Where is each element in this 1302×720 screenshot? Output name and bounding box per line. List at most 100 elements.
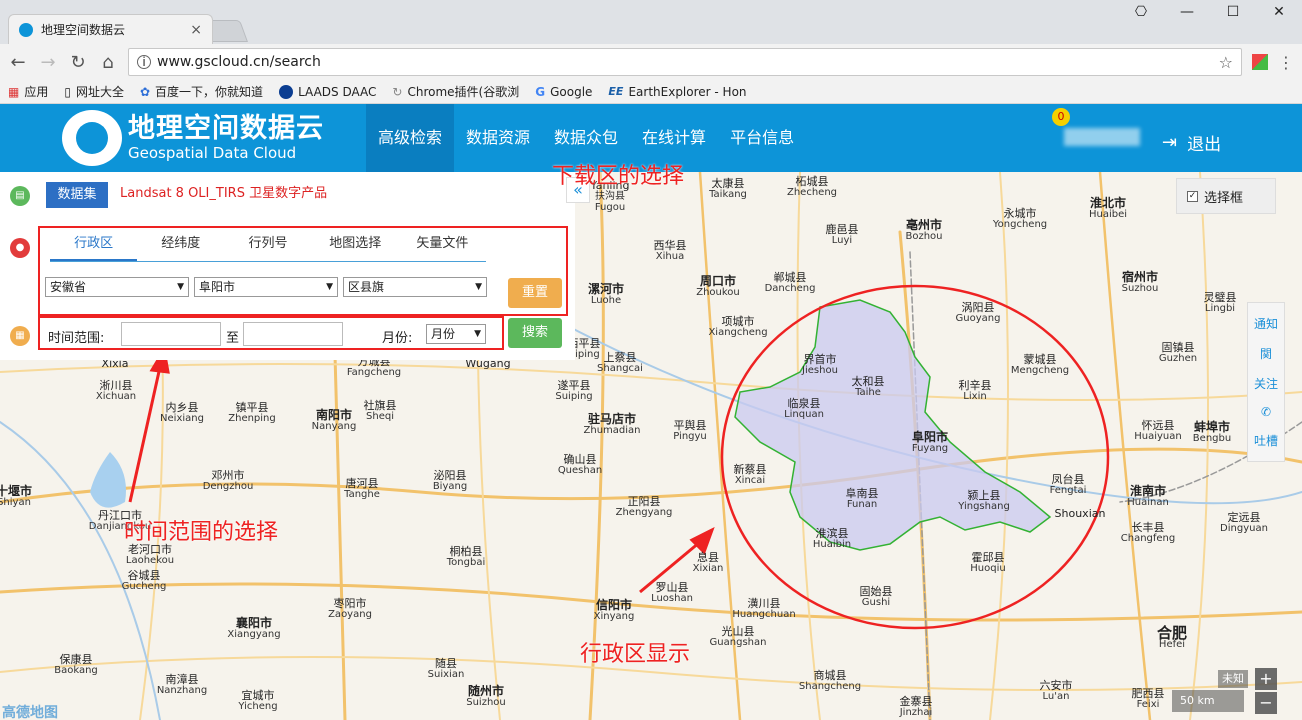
back-icon[interactable]: ←: [8, 52, 28, 73]
city-label: 潢川县 Huangchuan: [732, 597, 796, 620]
city-label: 界首市 Jieshou: [802, 353, 838, 376]
address-bar[interactable]: i www.gscloud.cn/search ☆: [128, 48, 1242, 76]
city-label: 固始县 Gushi: [859, 585, 893, 608]
feedback-link[interactable]: 吐槽: [1254, 432, 1278, 449]
bookmark-star-icon[interactable]: ☆: [1219, 53, 1233, 72]
city-label: 息县 Xixian: [692, 551, 724, 574]
forward-icon[interactable]: →: [38, 52, 58, 73]
zoom-out-button[interactable]: −: [1255, 692, 1277, 714]
dataset-icon: ▤: [10, 186, 30, 206]
city-label: 固镇县 Guzhen: [1158, 341, 1198, 364]
checkbox-checked-icon[interactable]: ✓: [1187, 190, 1198, 202]
bookmark-apps[interactable]: ▦ 应用: [8, 83, 48, 100]
region-tabs: 行政区 经纬度 行列号 地图选择 矢量文件: [50, 232, 486, 262]
start-date-input[interactable]: [121, 322, 221, 346]
home-icon[interactable]: ⌂: [98, 52, 118, 73]
city-label: 随县 Suixian: [427, 657, 465, 680]
tab-vector-file[interactable]: 矢量文件: [399, 232, 486, 261]
city-label: 阜阳市 Fuyang: [911, 430, 949, 454]
city-label: 襄阳市 Xiangyang: [227, 616, 281, 640]
city-label: 宿州市 Suzhou: [1121, 270, 1159, 294]
nav-platform-info[interactable]: 平台信息: [718, 104, 806, 172]
city-select[interactable]: 阜阳市 ▼: [194, 277, 338, 297]
city-label: 鹿邑县 Luyi: [825, 223, 859, 246]
browser-tabbar: 地理空间数据云 × ⎔ — ☐ ✕: [0, 0, 1302, 44]
city-label: 枣阳市 Zaoyang: [328, 597, 372, 620]
city-label: 太和县 Taihe: [851, 375, 885, 398]
city-label: 蒙城县 Mengcheng: [1010, 353, 1070, 376]
city-label: 邓州市 Dengzhou: [202, 469, 254, 492]
month-select[interactable]: 月份 ▼: [426, 324, 486, 344]
bookmark-google[interactable]: G Google: [535, 85, 592, 99]
zoom-in-button[interactable]: +: [1255, 668, 1277, 690]
map-provider-logo: 高德地图: [2, 705, 58, 720]
username-blurred[interactable]: [1064, 128, 1140, 146]
bookmark-earthexplorer[interactable]: EE EarthExplorer - Hon: [608, 85, 746, 99]
baidu-paw-icon: ✿: [139, 84, 151, 99]
extension-icon[interactable]: [1252, 54, 1268, 70]
tab-map-select[interactable]: 地图选择: [312, 232, 399, 261]
city-label: 淅川县 Xichuan: [95, 379, 137, 402]
dataset-name: Landsat 8 OLI_TIRS 卫星数字产品: [120, 186, 328, 201]
menu-icon[interactable]: ⋮: [1278, 53, 1294, 72]
reset-button[interactable]: 重置: [508, 278, 562, 308]
month-label: 月份:: [382, 331, 413, 346]
city-label: 周口市 Zhoukou: [696, 274, 740, 298]
bookmark-chrome-plugin[interactable]: ↻ Chrome插件(谷歌浏: [392, 83, 519, 100]
maximize-icon[interactable]: ☐: [1210, 0, 1256, 24]
selection-box-toggle[interactable]: ✓ 选择框: [1176, 178, 1276, 214]
follow-link[interactable]: 关注: [1254, 375, 1278, 392]
city-label: 灵璧县 Lingbi: [1203, 291, 1237, 314]
dropdown-arrow-icon: ▼: [474, 329, 481, 339]
end-date-input[interactable]: [243, 322, 343, 346]
city-label: 光山县 Guangshan: [709, 625, 767, 648]
city-label: 泌阳县 Biyang: [432, 469, 468, 492]
minimize-icon[interactable]: —: [1164, 0, 1210, 24]
nav-advanced-search[interactable]: 高级检索: [366, 104, 455, 172]
site-logo[interactable]: 地理空间数据云 Geospatial Data Cloud: [62, 110, 324, 166]
dropdown-arrow-icon: ▼: [326, 282, 333, 292]
city-label: 社旗县 Sheqi: [363, 399, 397, 422]
city-label: 淮南市 Huainan: [1127, 484, 1169, 508]
city-label: 随州市 Suizhou: [466, 684, 506, 708]
county-select[interactable]: 区县旗 ▼: [343, 277, 487, 297]
city-label: 漯河市 Luohe: [587, 282, 625, 306]
profile-icon[interactable]: ⎔: [1118, 0, 1164, 24]
nav-data-resources[interactable]: 数据资源: [454, 104, 542, 172]
notification-badge[interactable]: 0: [1052, 108, 1070, 126]
province-select[interactable]: 安徽省 ▼: [45, 277, 189, 297]
dataset-button[interactable]: 数据集: [46, 182, 108, 208]
side-tool-2[interactable]: 関: [1260, 345, 1272, 362]
tab-lat-lon[interactable]: 经纬度: [137, 232, 224, 261]
bookmark-wangzhi[interactable]: ▯ 网址大全: [64, 83, 124, 100]
logout-button[interactable]: ⇥ 退出: [1162, 130, 1221, 155]
notice-link[interactable]: 通知: [1254, 315, 1278, 332]
city-label: Shouxian: [1054, 507, 1106, 520]
info-icon[interactable]: i: [137, 55, 151, 69]
bookmark-baidu[interactable]: ✿ 百度一下，你就知道: [140, 83, 263, 100]
search-button[interactable]: 搜索: [508, 318, 562, 348]
reload-icon[interactable]: ↻: [68, 52, 88, 73]
nasa-icon: [279, 84, 294, 99]
phone-icon[interactable]: ✆: [1261, 405, 1271, 419]
bookmark-laads[interactable]: LAADS DAAC: [279, 84, 376, 99]
window-controls: ⎔ — ☐ ✕: [1118, 0, 1302, 24]
close-icon[interactable]: ✕: [1256, 0, 1302, 24]
city-label: 西华县 Xihua: [653, 239, 687, 262]
city-label: 信阳市 Xinyang: [593, 598, 635, 622]
tab-path-row[interactable]: 行列号: [224, 232, 311, 261]
bookmarks-bar: ▦ 应用 ▯ 网址大全 ✿ 百度一下，你就知道 LAADS DAAC ↻ Chrome插…: [0, 80, 1302, 104]
dropdown-arrow-icon: ▼: [177, 282, 184, 292]
city-label: 上蔡县 Shangcai: [597, 351, 643, 374]
city-label: 合肥 Hefei: [1156, 624, 1188, 651]
annotation-admin-display: 行政区显示: [580, 642, 691, 667]
tab-admin-region[interactable]: 行政区: [50, 232, 138, 261]
city-label: 南漳县 Nanzhang: [156, 673, 208, 696]
city-label: 柘城县 Zhecheng: [786, 175, 838, 198]
browser-tab[interactable]: 地理空间数据云 ×: [8, 14, 213, 44]
city-label: 怀远县 Huaiyuan: [1134, 419, 1182, 442]
city-label: 罗山县 Luoshan: [651, 581, 693, 604]
city-label: 确山县 Queshan: [557, 453, 603, 476]
globe-logo-icon: [62, 110, 122, 166]
tab-close-icon[interactable]: ×: [190, 22, 202, 38]
